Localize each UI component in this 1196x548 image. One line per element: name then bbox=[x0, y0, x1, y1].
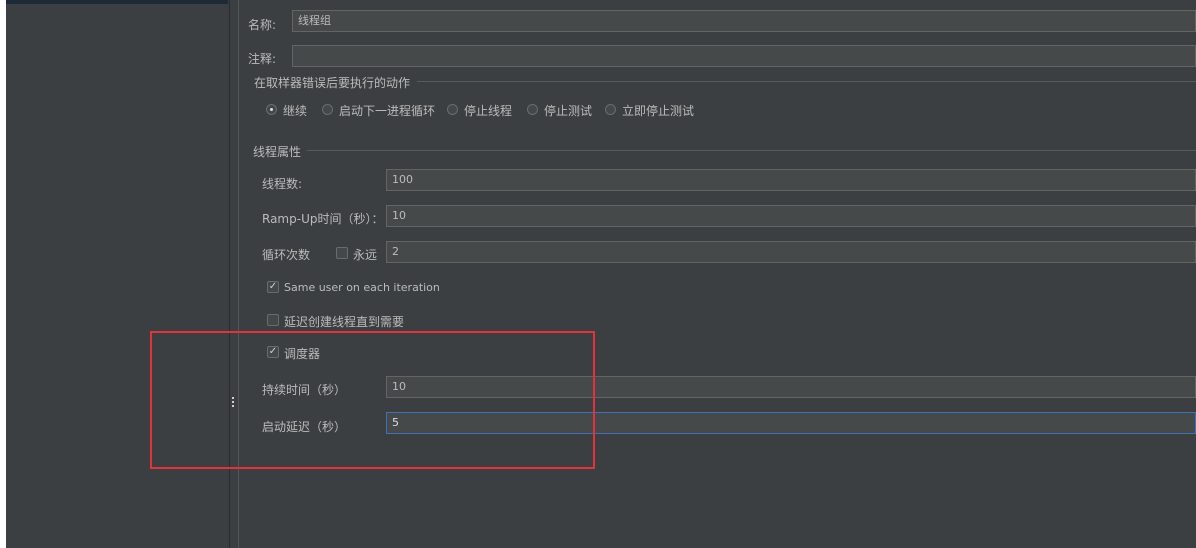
delay-create-label: 延迟创建线程直到需要 bbox=[284, 315, 405, 329]
option-stop-thread-label: 停止线程 bbox=[464, 104, 513, 118]
rampup-field[interactable]: 10 bbox=[386, 205, 1196, 227]
group-divider bbox=[417, 81, 1196, 82]
loop-count-label: 循环次数 bbox=[262, 248, 311, 262]
thread-props-title: 线程属性 bbox=[253, 145, 302, 159]
option-stop-test-now-label: 立即停止测试 bbox=[622, 104, 695, 118]
comment-label: 注释: bbox=[248, 52, 277, 66]
option-start-next-loop-label: 启动下一进程循环 bbox=[339, 104, 436, 118]
option-stop-test-label: 停止测试 bbox=[544, 104, 593, 118]
radio-start-next-loop[interactable] bbox=[322, 104, 333, 115]
radio-stop-test[interactable] bbox=[527, 104, 538, 115]
highlight-annotation bbox=[150, 331, 595, 469]
loop-count-field[interactable]: 2 bbox=[386, 241, 1196, 263]
radio-stop-test-now[interactable] bbox=[605, 104, 616, 115]
forever-checkbox[interactable] bbox=[336, 247, 348, 259]
error-action-title: 在取样器错误后要执行的动作 bbox=[254, 76, 411, 90]
delay-create-checkbox[interactable] bbox=[267, 314, 279, 326]
same-user-label: Same user on each iteration bbox=[284, 281, 440, 294]
tree-selected-row[interactable] bbox=[6, 0, 228, 4]
radio-continue[interactable] bbox=[266, 104, 277, 115]
threads-label: 线程数: bbox=[262, 177, 303, 191]
option-continue-label: 继续 bbox=[283, 104, 308, 118]
checkmark-icon: ✓ bbox=[268, 281, 278, 292]
group-divider bbox=[307, 150, 1196, 151]
comment-field[interactable] bbox=[292, 45, 1196, 67]
name-field[interactable]: 线程组 bbox=[292, 10, 1196, 32]
name-label: 名称: bbox=[248, 18, 277, 32]
same-user-checkbox[interactable]: ✓ bbox=[267, 281, 279, 293]
radio-stop-thread[interactable] bbox=[447, 104, 458, 115]
rampup-label: Ramp-Up时间（秒）： bbox=[262, 212, 384, 226]
forever-label: 永远 bbox=[353, 248, 378, 262]
threads-field[interactable]: 100 bbox=[386, 169, 1196, 191]
